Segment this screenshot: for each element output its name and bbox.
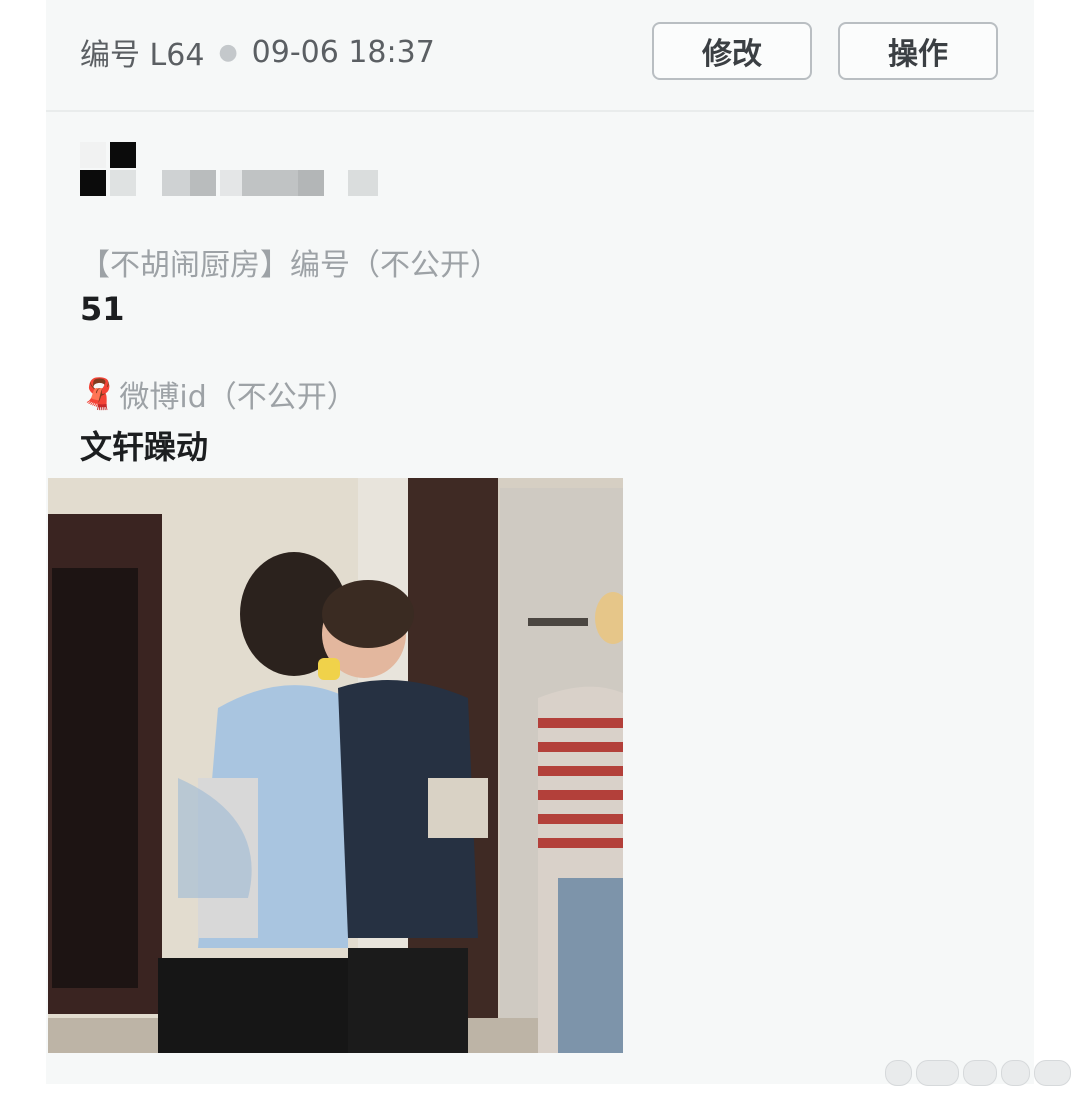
- field-label-weibo-id: 🧣 微博id（不公开）: [80, 372, 357, 416]
- separator-dot: ●: [218, 39, 238, 65]
- field-value-kitchen-id: 51: [80, 290, 125, 328]
- card-header: 编号 L64 ● 09-06 18:37 修改 操作: [46, 0, 1034, 112]
- post-card: 编号 L64 ● 09-06 18:37 修改 操作 【不胡闹厨房】编号（不公开…: [46, 0, 1034, 1084]
- edit-button[interactable]: 修改: [652, 22, 812, 80]
- watermark: [885, 1060, 1071, 1086]
- scarf-icon: 🧣: [80, 376, 118, 412]
- field-label-kitchen-id: 【不胡闹厨房】编号（不公开）: [80, 248, 500, 283]
- field-value-weibo-id: 文轩躁动: [80, 428, 209, 466]
- attached-photo[interactable]: [48, 478, 623, 1053]
- action-button[interactable]: 操作: [838, 22, 998, 80]
- post-id: 编号 L64: [80, 38, 205, 73]
- avatar[interactable]: [80, 142, 136, 198]
- weibo-id-label-text: 微博id（不公开）: [119, 380, 357, 415]
- post-meta: 编号 L64 ● 09-06 18:37: [80, 30, 435, 74]
- post-timestamp: 09-06 18:37: [251, 34, 435, 70]
- photo-illustration: [48, 478, 623, 1053]
